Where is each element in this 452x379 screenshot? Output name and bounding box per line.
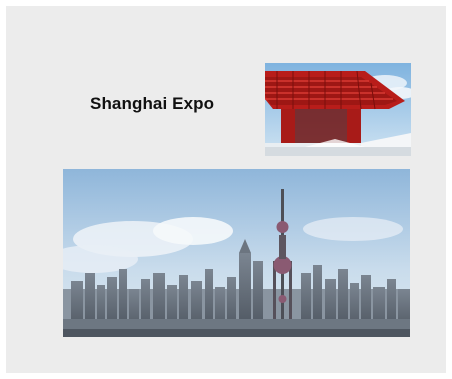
shanghai-skyline-image <box>63 169 410 337</box>
content-card: Shanghai Expo <box>6 6 446 373</box>
china-pavilion-image <box>265 63 411 156</box>
card-title: Shanghai Expo <box>90 94 215 113</box>
